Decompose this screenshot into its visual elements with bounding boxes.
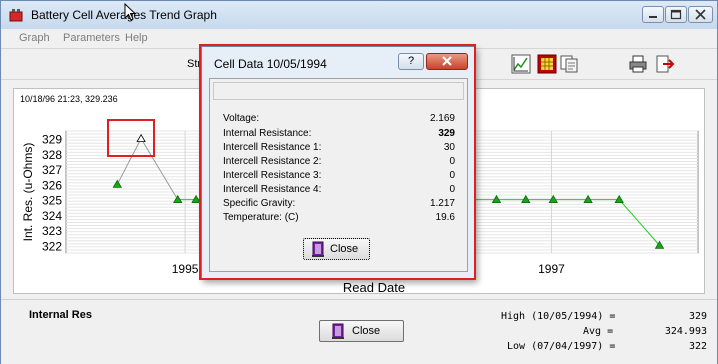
y-tick-label: 326 [42, 178, 62, 192]
close-button[interactable]: Close [319, 320, 404, 342]
highlight-box-point [107, 119, 155, 157]
print-icon[interactable] [628, 54, 648, 74]
minimize-icon [649, 16, 657, 18]
copy-icon[interactable] [559, 54, 579, 74]
y-tick-label: 323 [42, 224, 62, 238]
y-tick-label: 327 [42, 163, 62, 177]
close-window-button[interactable] [688, 6, 713, 23]
status-panel: Internal Res Close High (10/05/1994) = 3… [1, 299, 717, 364]
close-icon [695, 9, 706, 20]
chart-options-icon[interactable] [511, 54, 531, 74]
stat-avg-label: Avg = [583, 326, 614, 337]
y-tick-label: 329 [42, 133, 62, 147]
stat-low-label: Low (07/04/1997) = [507, 341, 616, 352]
menu-parameters[interactable]: Parameters [63, 32, 120, 44]
data-table-icon[interactable] [537, 54, 557, 74]
battery-app-icon [9, 9, 23, 22]
stat-avg-value: 324.993 [664, 326, 707, 337]
status-label: Internal Res [29, 309, 92, 321]
app-window: Battery Cell Averages Trend Graph Graph … [0, 0, 718, 364]
title-bar: Battery Cell Averages Trend Graph [1, 1, 717, 29]
mouse-cursor-icon [124, 3, 137, 21]
stat-high-value: 329 [688, 311, 707, 322]
x-tick-label: 1997 [538, 262, 565, 276]
y-tick-label: 322 [42, 239, 62, 253]
menu-graph[interactable]: Graph [19, 32, 50, 44]
exit-icon[interactable] [655, 54, 675, 74]
y-tick-label: 324 [42, 209, 62, 223]
maximize-button[interactable] [665, 6, 687, 23]
highlight-box-dialog [199, 44, 476, 280]
minimize-button[interactable] [642, 6, 664, 23]
y-tick-label: 325 [42, 194, 62, 208]
menu-help[interactable]: Help [125, 32, 148, 44]
y-axis-label: Int. Res. (u-Ohms) [21, 143, 35, 242]
stat-low-value: 322 [688, 341, 707, 352]
door-icon [332, 323, 344, 339]
maximize-icon [670, 9, 682, 20]
x-axis-label: Read Date [343, 280, 405, 293]
close-button-label: Close [352, 325, 381, 337]
y-tick-label: 328 [42, 148, 62, 162]
stat-high-label: High (10/05/1994) = [501, 311, 616, 322]
x-tick-label: 1995 [172, 262, 199, 276]
